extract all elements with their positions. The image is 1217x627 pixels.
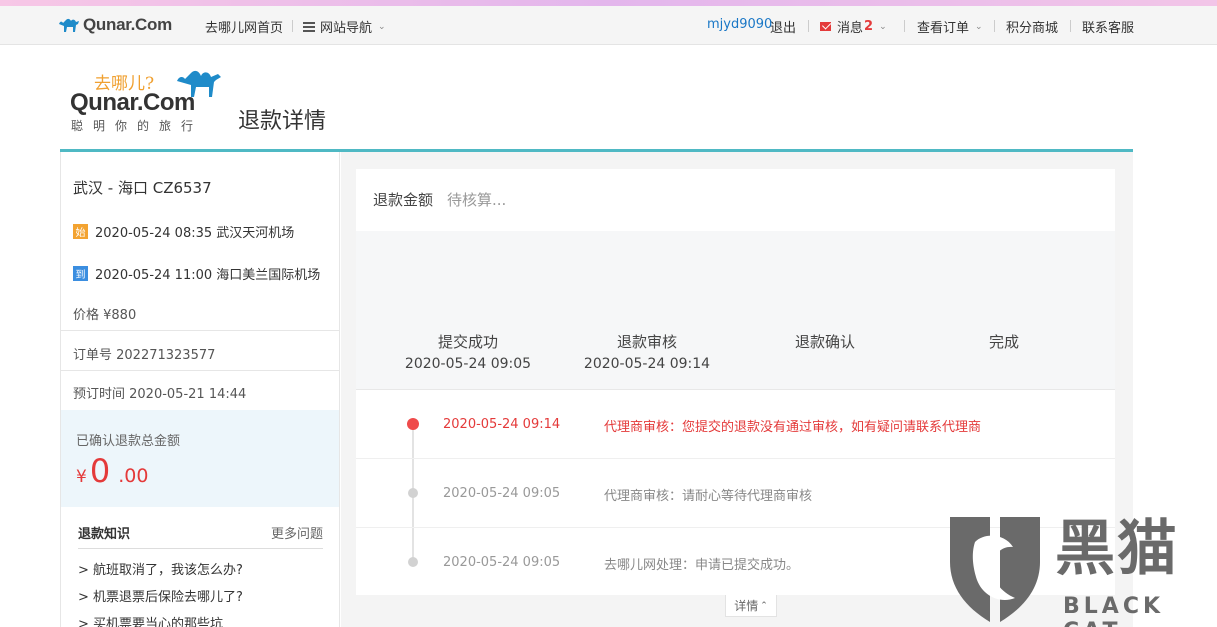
watermark-english-text: BLACK CAT [1063, 594, 1165, 627]
departure-info: 始 2020-05-24 08:35 武汉天河机场 [73, 222, 294, 241]
flight-route-title: 武汉 - 海口 CZ6537 [73, 179, 212, 197]
divider [61, 370, 339, 371]
step-name: 提交成功 [437, 333, 498, 351]
refund-amount-value: 待核算... [447, 191, 507, 209]
view-orders-label: 查看订单 [917, 21, 970, 36]
departure-badge: 始 [73, 224, 88, 239]
timeline-text: 代理商审核：您提交的退款没有通过审核，如有疑问请联系代理商 [604, 420, 982, 435]
order-summary-panel: 武汉 - 海口 CZ6537 始 2020-05-24 08:35 武汉天河机场… [60, 152, 340, 627]
logout-link[interactable]: 退出 [770, 17, 796, 36]
watermark-chinese-text: 黑猫 [1055, 514, 1179, 584]
amount-integer: 0 [89, 452, 111, 490]
logo-brand: Qunar.Com [70, 89, 195, 116]
top-navigation-bar: Qunar.Com 去哪儿网首页 网站导航 ⌄ mjyd9090 退出 消息 2… [0, 6, 1217, 45]
timeline-time: 2020-05-24 09:05 [443, 555, 561, 570]
timeline-item: 2020-05-24 09:14 代理商审核：您提交的退款没有通过审核，如有疑问… [356, 390, 1115, 458]
home-link[interactable]: 去哪儿网首页 [205, 17, 283, 36]
mail-icon [820, 22, 831, 31]
menu-icon [303, 21, 315, 32]
page-header: 去哪儿? Qunar.Com 聪明你的旅行 退款详情 [60, 45, 1133, 149]
points-mall-link[interactable]: 积分商城 [1006, 17, 1058, 36]
faq-link[interactable]: > 航班取消了，我该怎么办? [78, 559, 243, 578]
username-link[interactable]: mjyd9090 [707, 17, 772, 32]
faq-link[interactable]: > 机票退票后保险去哪儿了? [78, 586, 243, 605]
messages-label: 消息 [837, 21, 864, 36]
timeline-text: 去哪儿网处理：申请已提交成功。 [604, 558, 800, 573]
booking-time: 预订时间 2020-05-21 14:44 [73, 387, 247, 402]
messages-count-badge: 2 [864, 19, 874, 34]
view-orders-menu[interactable]: 查看订单 ⌄ [917, 17, 983, 36]
qunar-logo-small[interactable]: Qunar.Com [57, 15, 172, 35]
chevron-down-icon: ⌄ [378, 21, 386, 32]
refund-amount-label: 退款金额 [373, 191, 434, 209]
divider [1070, 20, 1071, 32]
divider [808, 20, 809, 32]
chevron-down-icon: ⌄ [975, 21, 983, 32]
arrival-info: 到 2020-05-24 11:00 海口美兰国际机场 [73, 264, 320, 283]
detail-toggle-label: 详情 [734, 599, 759, 613]
qunar-logo[interactable]: 去哪儿? Qunar.Com 聪明你的旅行 [70, 65, 230, 135]
currency-symbol: ¥ [76, 467, 87, 487]
step-name: 完成 [988, 333, 1019, 351]
divider [78, 548, 323, 549]
chevron-up-icon: ⌃ [760, 600, 768, 611]
refund-knowledge-title: 退款知识 [78, 527, 131, 542]
timeline-dot [408, 488, 418, 498]
order-number: 订单号 202271323577 [73, 348, 216, 363]
ticket-price: 价格 ¥880 [73, 308, 137, 323]
cat-shield-icon [950, 517, 1040, 622]
timeline-time: 2020-05-24 09:14 [443, 417, 561, 432]
camel-icon [59, 18, 79, 32]
timeline-text: 代理商审核：请耐心等待代理商审核 [604, 489, 813, 504]
step-confirm: 退款确认 [735, 331, 915, 356]
divider [994, 20, 995, 32]
step-time: 2020-05-24 09:05 [404, 356, 532, 372]
step-name: 退款确认 [794, 333, 855, 351]
black-cat-watermark: 黑猫 BLACK CAT [945, 512, 1217, 627]
step-name: 退款审核 [616, 333, 677, 351]
refund-progress-steps: 提交成功 2020-05-24 09:05 退款审核 2020-05-24 09… [356, 231, 1115, 389]
timeline-time: 2020-05-24 09:05 [443, 486, 561, 501]
site-nav-menu[interactable]: 网站导航 ⌄ [303, 17, 386, 36]
timeline-dot [408, 557, 418, 567]
step-review: 退款审核 2020-05-24 09:14 [557, 331, 737, 372]
chevron-down-icon: ⌄ [879, 21, 887, 32]
confirmed-refund-amount: ¥ 0 .00 [76, 452, 148, 490]
arrival-text: 2020-05-24 11:00 海口美兰国际机场 [95, 268, 321, 283]
step-complete: 完成 [914, 331, 1094, 356]
step-time: 2020-05-24 09:14 [583, 356, 711, 372]
arrival-badge: 到 [73, 266, 88, 281]
timeline-dot-active [407, 418, 419, 430]
divider [61, 330, 339, 331]
brand-name: Qunar.Com [83, 15, 172, 34]
customer-service-link[interactable]: 联系客服 [1082, 17, 1134, 36]
logo-slogan: 聪明你的旅行 [71, 119, 204, 133]
departure-text: 2020-05-24 08:35 武汉天河机场 [95, 226, 295, 241]
more-questions-link[interactable]: 更多问题 [271, 523, 323, 542]
confirmed-refund-label: 已确认退款总金额 [76, 434, 181, 449]
divider [292, 20, 293, 32]
site-nav-label: 网站导航 [320, 21, 373, 36]
divider [904, 20, 905, 32]
refund-amount-card: 退款金额 待核算... [356, 169, 1115, 231]
step-submitted: 提交成功 2020-05-24 09:05 [378, 331, 558, 372]
messages-menu[interactable]: 消息 2 ⌄ [820, 17, 887, 36]
confirmed-refund-box: 已确认退款总金额 ¥ 0 .00 [61, 410, 339, 507]
page-title: 退款详情 [238, 109, 327, 134]
amount-decimal: .00 [118, 465, 149, 487]
detail-toggle-button[interactable]: 详情 ⌃ [725, 595, 777, 617]
faq-link[interactable]: > 买机票要当心的那些坑 [78, 613, 223, 627]
